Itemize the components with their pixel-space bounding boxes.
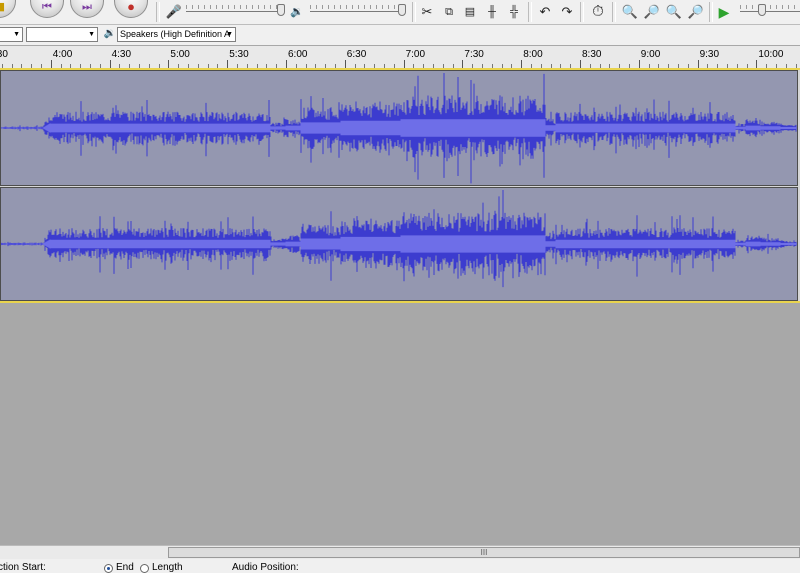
ruler-major-tick	[580, 60, 581, 68]
fit-project-icon[interactable]: 🔎	[686, 2, 706, 22]
undo-icon[interactable]: ↶	[535, 2, 555, 22]
pause-button[interactable]: ▮▮	[0, 0, 16, 18]
timeline-ruler[interactable]: :30 4:00 4:30 5:00 5:30 6:00 6:30 7:00 7:30 8:00 8…	[0, 46, 800, 69]
record-icon: ●	[127, 0, 135, 14]
output-device-dropdown[interactable]: Speakers (High Definition A ▼	[117, 27, 236, 42]
ruler-major-tick	[286, 60, 287, 68]
fit-selection-icon[interactable]: 🔍	[664, 2, 684, 22]
toolbar-separator	[156, 2, 160, 22]
ruler-time-label: 10:00	[758, 49, 784, 60]
ruler-major-tick	[756, 60, 758, 68]
slider-ticks	[310, 5, 400, 9]
zoom-out-icon[interactable]: 🔎	[642, 2, 662, 22]
silence-icon[interactable]: ╬	[504, 2, 524, 22]
speaker-icon: 🔉	[290, 6, 304, 18]
audio-position-label: Audio Position:	[232, 562, 299, 573]
microphone-icon: 🎤	[165, 4, 183, 19]
slider-track	[186, 11, 284, 12]
chevron-down-icon: ▼	[226, 31, 233, 38]
ruler-major-tick	[344, 60, 346, 68]
device-toolbar: ▼ ▼ 🔉 Speakers (High Definition A ▼	[0, 25, 800, 46]
length-radio[interactable]	[140, 564, 149, 573]
ruler-major-tick	[638, 60, 640, 68]
slider-ticks	[740, 5, 798, 9]
cut-icon[interactable]: ✂	[417, 2, 437, 22]
ruler-major-tick	[403, 60, 405, 68]
sync-lock-icon[interactable]: ⏱	[588, 2, 608, 22]
output-device-value: Speakers (High Definition A	[120, 29, 231, 39]
ruler-major-tick	[168, 60, 170, 68]
toolbar-separator	[709, 2, 713, 22]
empty-track-area[interactable]	[0, 303, 800, 545]
chevron-down-icon: ▼	[13, 31, 20, 38]
chevron-down-icon: ▼	[88, 31, 95, 38]
toolbar-separator	[528, 2, 532, 22]
ruler-time-label: 8:00	[523, 49, 543, 60]
host-dropdown[interactable]: ▼	[0, 27, 23, 42]
transport-toolbar: ▮▮ ⏮ ⏭ ● 🎤 🔉 ✂ ⧉ ▤ ╫ ╬ ↶ ↷ ⏱ 🔍 🔎 🔍 🔎 ▶	[0, 0, 800, 25]
play-at-speed-icon[interactable]: ▶	[714, 2, 734, 22]
ruler-major-tick	[109, 60, 111, 68]
copy-icon[interactable]: ⧉	[439, 2, 459, 22]
ruler-time-label: 6:30	[346, 49, 367, 60]
ruler-major-tick	[462, 60, 464, 68]
toolbar-separator	[580, 2, 584, 22]
skip-start-icon: ⏮	[42, 1, 52, 13]
end-radio[interactable]	[104, 564, 113, 573]
toolbar-separator	[612, 2, 616, 22]
ruler-major-tick	[697, 60, 699, 68]
length-label: Length	[152, 562, 183, 573]
skip-to-start-button[interactable]: ⏮	[30, 0, 64, 18]
ruler-major-tick	[227, 60, 229, 68]
ruler-time-label: 4:30	[111, 49, 132, 60]
scrollbar-grip: III	[480, 548, 488, 557]
output-volume-thumb[interactable]	[398, 4, 406, 16]
slider-track	[310, 11, 404, 12]
ruler-time-label: 5:30	[229, 49, 249, 60]
ruler-time-label: 9:30	[699, 49, 720, 60]
ruler-time-label: 8:30	[582, 49, 602, 60]
ruler-time-label: 4:00	[52, 49, 73, 60]
selection-start-label: ction Start:	[0, 562, 46, 573]
audio-track-left[interactable]	[0, 70, 798, 186]
toolbar-separator	[412, 2, 416, 22]
waveform-right	[1, 190, 797, 288]
redo-icon[interactable]: ↷	[557, 2, 577, 22]
waveform-left	[1, 73, 797, 184]
skip-to-end-button[interactable]: ⏭	[70, 0, 104, 18]
slider-track	[740, 11, 800, 12]
zoom-in-icon[interactable]: 🔍	[620, 2, 640, 22]
selection-toolbar: ction Start: End Length Audio Position:	[0, 559, 800, 573]
ruler-time-label: 7:30	[464, 49, 484, 60]
ruler-time-label: 7:00	[405, 49, 426, 60]
trim-icon[interactable]: ╫	[482, 2, 502, 22]
ruler-major-tick	[521, 60, 523, 68]
paste-icon[interactable]: ▤	[460, 2, 480, 22]
ruler-major-tick	[50, 60, 52, 68]
input-volume-thumb[interactable]	[277, 4, 285, 16]
ruler-time-label: :30	[0, 49, 8, 60]
input-device-dropdown[interactable]: ▼	[26, 27, 98, 42]
record-button[interactable]: ●	[114, 0, 148, 18]
ruler-time-label: 5:00	[170, 49, 190, 60]
scrollbar-thumb[interactable]: III	[168, 547, 800, 558]
pause-icon: ▮▮	[0, 1, 6, 13]
end-label: End	[116, 562, 134, 573]
audio-track-right[interactable]	[0, 187, 798, 301]
horizontal-scrollbar[interactable]: III	[0, 545, 800, 559]
skip-end-icon: ⏭	[82, 1, 92, 13]
slider-ticks	[186, 5, 280, 9]
ruler-time-label: 9:00	[640, 49, 661, 60]
play-speed-thumb[interactable]	[758, 4, 766, 16]
ruler-time-label: 6:00	[288, 49, 308, 60]
